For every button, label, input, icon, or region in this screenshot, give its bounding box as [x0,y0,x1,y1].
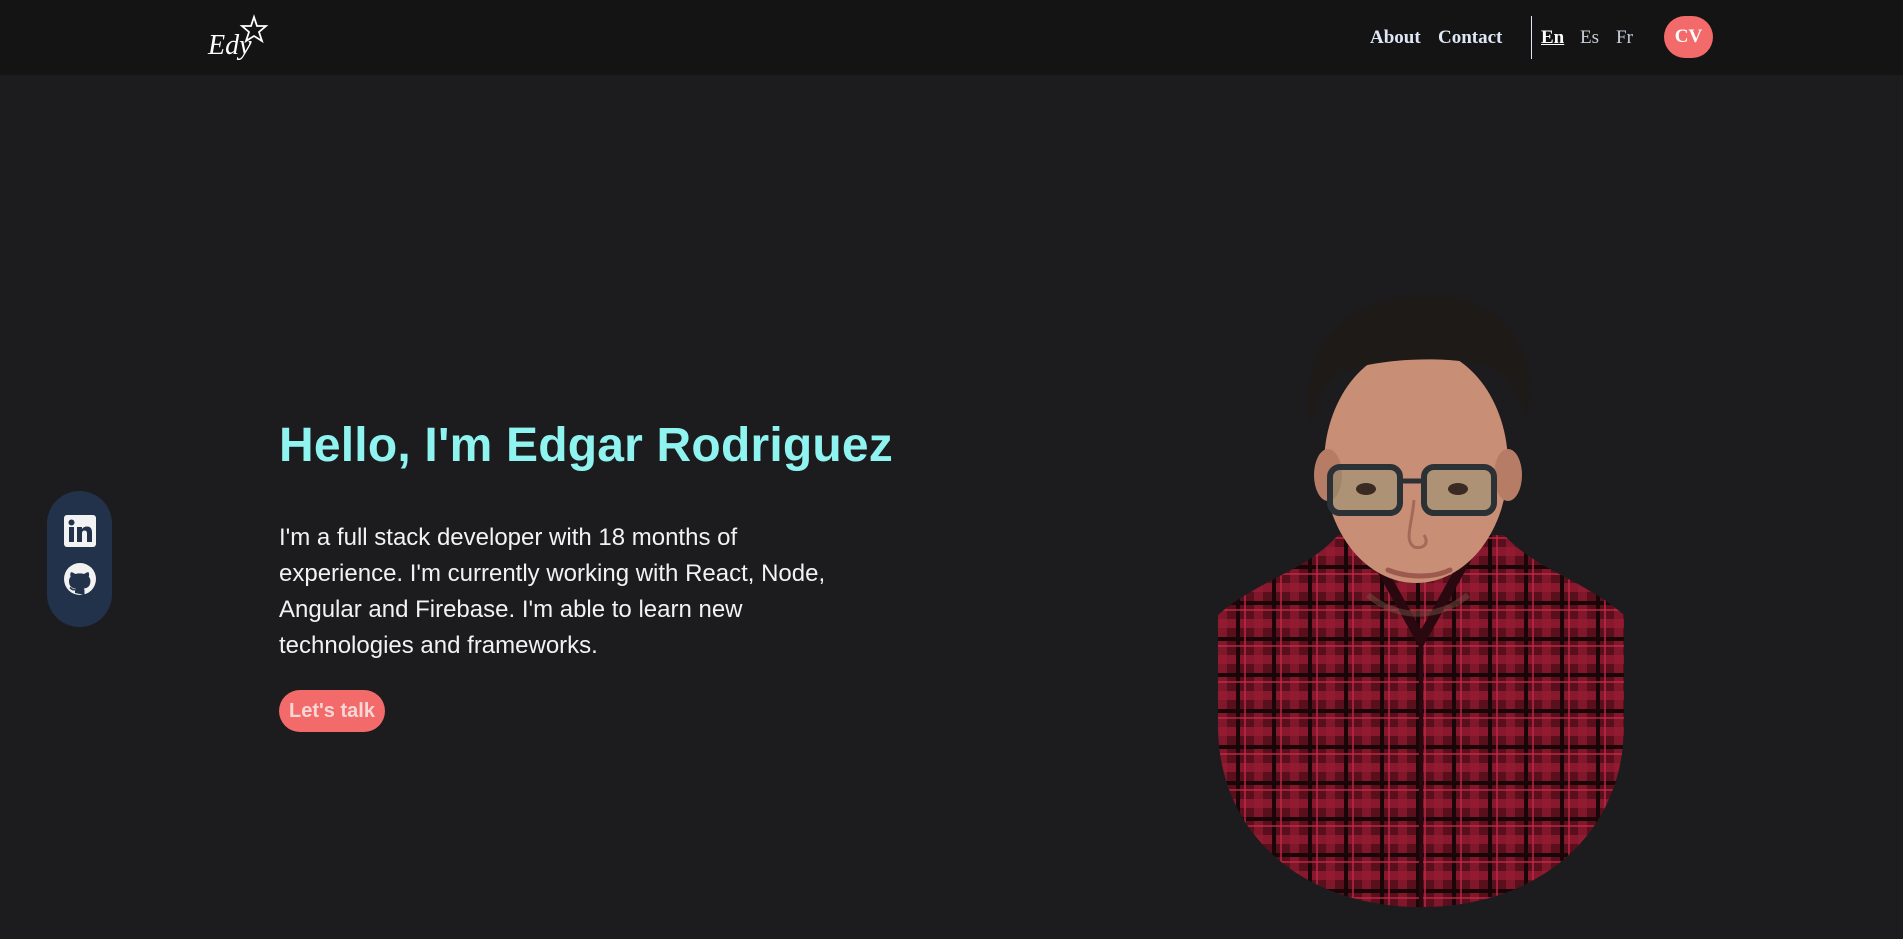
lang-fr-button[interactable]: Fr [1616,0,1633,75]
logo-text: Edy [207,30,252,61]
logo[interactable]: Edy [206,14,272,62]
github-icon[interactable] [63,562,97,596]
top-navbar: Edy About Contact En Es Fr CV [0,0,1903,75]
nav-about-link[interactable]: About [1370,27,1421,49]
social-sidebar [47,491,112,627]
linkedin-icon[interactable] [63,514,97,548]
nav-contact-link[interactable]: Contact [1438,27,1502,49]
hero-intro-text: I'm a full stack developer with 18 month… [279,524,826,659]
lang-es-button[interactable]: Es [1580,0,1599,75]
hero-headline: Hello, I'm Edgar Rodriguez [279,419,894,472]
lang-en-button[interactable]: En [1541,0,1564,75]
lets-talk-button[interactable]: Let's talk [279,690,385,732]
nav-divider [1531,16,1532,59]
nav-contact: Contact [1438,0,1502,75]
cv-button[interactable]: CV [1664,16,1713,58]
profile-photo [1218,294,1624,907]
logo-icon: Edy [207,14,269,61]
nav-about: About [1370,0,1421,75]
